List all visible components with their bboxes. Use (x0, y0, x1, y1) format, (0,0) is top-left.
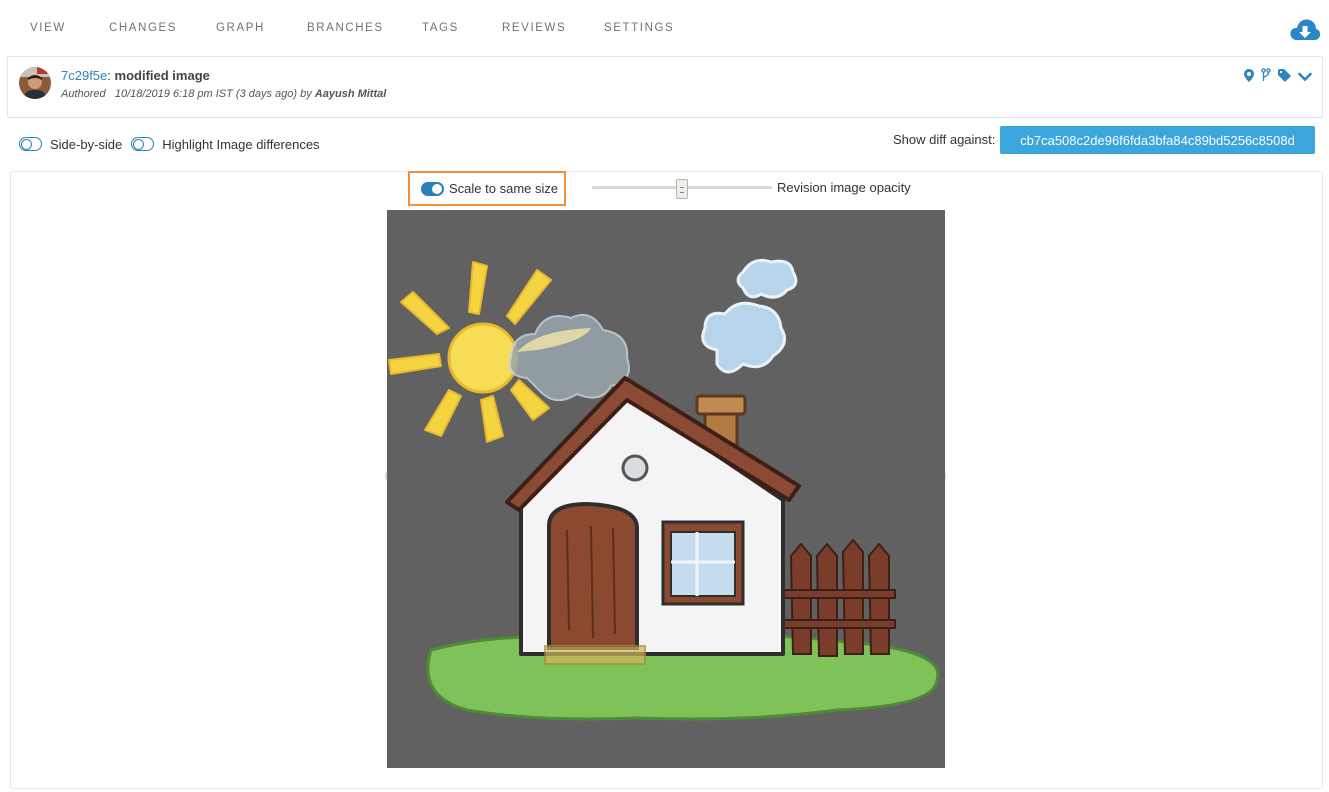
opacity-label: Revision image opacity (777, 180, 911, 195)
tag-icon[interactable] (1278, 68, 1291, 87)
opacity-slider-handle[interactable] (676, 179, 688, 199)
cloud-download-icon[interactable] (1289, 16, 1321, 44)
tab-tags[interactable]: TAGS (422, 22, 459, 34)
avatar[interactable] (19, 67, 51, 99)
commit-header: 7c29f5e: modified image Authored 10/18/2… (7, 56, 1323, 118)
view-options: Side-by-side Highlight Image differences (19, 135, 329, 153)
commit-meta: Authored 10/18/2019 6:18 pm IST (3 days … (61, 88, 386, 100)
authored-label: Authored (61, 88, 106, 100)
branch-icon[interactable] (1261, 68, 1271, 87)
commit-separator: : (107, 68, 111, 83)
toggle-switch-on-icon[interactable] (421, 181, 444, 196)
tab-graph[interactable]: GRAPH (216, 22, 265, 34)
toggle-switch-icon[interactable] (131, 137, 155, 151)
chevron-down-icon[interactable] (1298, 69, 1312, 87)
comparison-image (387, 210, 945, 768)
show-diff-label: Show diff against: (893, 132, 996, 147)
side-by-side-label: Side-by-side (50, 136, 123, 152)
side-by-side-toggle[interactable]: Side-by-side (19, 137, 122, 152)
top-navigation: VIEW CHANGES GRAPH BRANCHES TAGS REVIEWS… (0, 0, 1329, 56)
tab-settings[interactable]: SETTINGS (604, 22, 674, 34)
commit-hash-link[interactable]: 7c29f5e (61, 68, 107, 83)
map-marker-icon[interactable] (1244, 68, 1254, 87)
toggle-switch-icon[interactable] (19, 137, 42, 151)
scale-to-same-size-toggle[interactable]: Scale to same size (408, 171, 566, 206)
commit-actions (1244, 68, 1312, 87)
tab-branches[interactable]: BRANCHES (307, 22, 384, 34)
scale-label: Scale to same size (449, 181, 559, 196)
tab-changes[interactable]: CHANGES (109, 22, 177, 34)
diff-against-button[interactable]: cb7ca508c2de96f6fda3bfa84c89bd5256c8508d (1000, 126, 1315, 154)
tab-reviews[interactable]: REVIEWS (502, 22, 566, 34)
highlight-differences-toggle[interactable]: Highlight Image differences (131, 136, 320, 152)
commit-message: modified image (114, 68, 210, 83)
tab-view[interactable]: VIEW (30, 22, 66, 34)
commit-author: Aayush Mittal (314, 88, 387, 100)
commit-date: 10/18/2019 6:18 pm IST (3 days ago) by (114, 88, 312, 100)
highlight-differences-label: Highlight Image differences (162, 136, 320, 152)
commit-title: 7c29f5e: modified image (61, 68, 210, 83)
house-illustration (387, 210, 945, 768)
